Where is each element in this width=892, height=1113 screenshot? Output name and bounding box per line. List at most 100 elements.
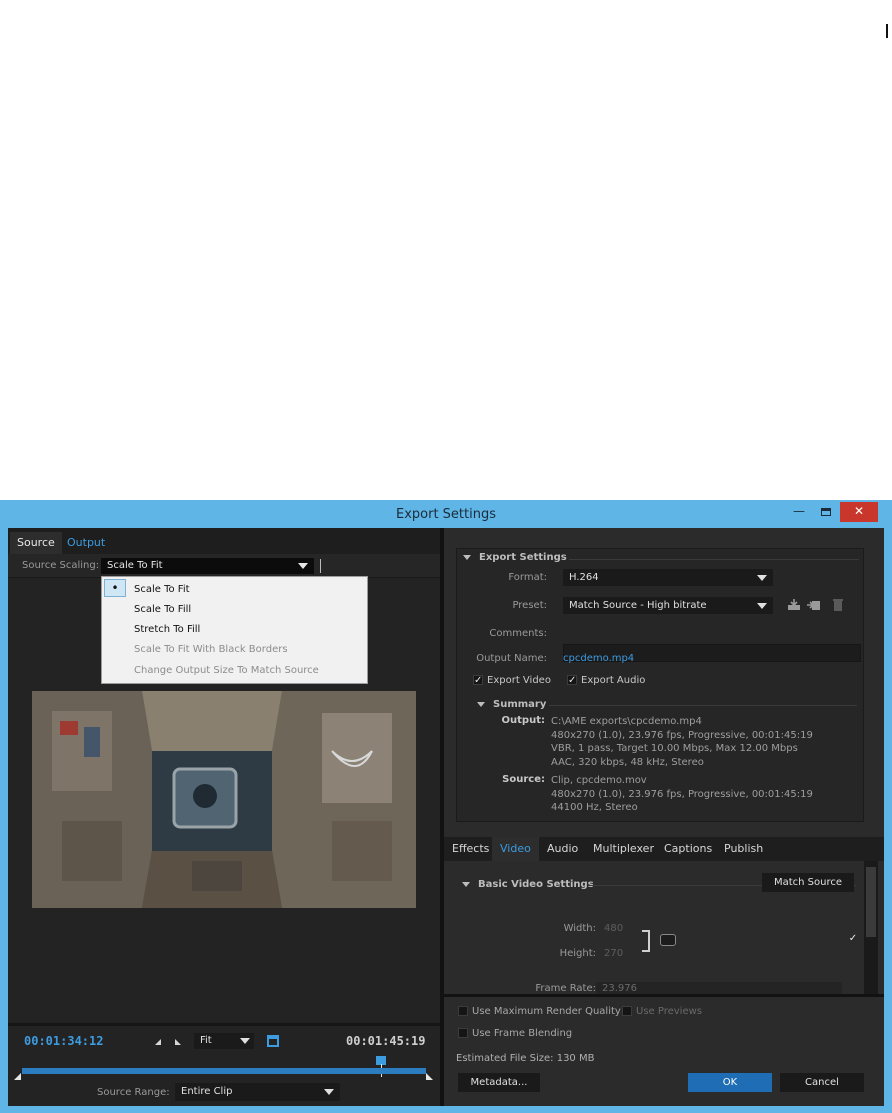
maximize-button[interactable] [814, 502, 838, 520]
option-scale-to-fill[interactable]: Scale To Fill [102, 600, 367, 620]
metadata-button[interactable]: Metadata... [458, 1073, 540, 1092]
timeline-scrubber[interactable] [22, 1068, 426, 1074]
height-label: Height: [559, 948, 596, 959]
video-settings-panel: Basic Video Settings Match Source Width:… [456, 868, 860, 994]
ok-button[interactable]: OK [688, 1073, 772, 1092]
settings-tabs: Effects Video Audio Multiplexer Captions… [444, 837, 884, 861]
in-point-marker-icon[interactable] [14, 1073, 21, 1080]
format-value: H.264 [569, 572, 599, 583]
crop-icon[interactable] [267, 1035, 279, 1047]
use-previews-checkbox [622, 1006, 632, 1016]
summary-output-line: VBR, 1 pass, Target 10.00 Mbps, Max 12.0… [551, 743, 798, 754]
titlebar: Export Settings — ✕ [0, 500, 892, 528]
chevron-down-icon [757, 575, 767, 581]
preset-label: Preset: [512, 600, 547, 611]
est-size-label: Estimated File Size: [456, 1053, 554, 1064]
export-settings-panel: Export Settings Format: H.264 Preset: Ma… [456, 548, 864, 822]
collapse-triangle-icon [462, 881, 470, 887]
format-select[interactable]: H.264 [563, 569, 773, 586]
export-audio-label: Export Audio [581, 675, 646, 686]
option-change-output-size: Change Output Size To Match Source [134, 665, 319, 676]
option-stretch-to-fill[interactable]: Stretch To Fill [102, 620, 367, 640]
preset-select[interactable]: Match Source - High bitrate [563, 597, 773, 614]
chain-link-icon[interactable] [660, 934, 676, 946]
render-options-bar: Use Maximum Render Quality Use Previews … [444, 994, 884, 1106]
video-preview [32, 691, 416, 908]
tab-captions[interactable]: Captions [656, 837, 720, 861]
source-range-label: Source Range: [97, 1087, 170, 1098]
summary-output-line: 480x270 (1.0), 23.976 fps, Progressive, … [551, 730, 813, 741]
preview-tabs: Source Output [8, 528, 440, 554]
timeline-bar: 00:01:34:12 Fit 00:01:45:19 Source Range… [8, 1023, 440, 1106]
chevron-down-icon [757, 603, 767, 609]
save-preset-icon[interactable] [787, 599, 801, 611]
match-source-button[interactable]: Match Source [762, 873, 854, 892]
text-cursor [320, 559, 321, 573]
cancel-button[interactable]: Cancel [780, 1073, 864, 1092]
summary-source-line: Clip, cpcdemo.mov [551, 775, 647, 786]
source-range-value: Entire Clip [181, 1086, 233, 1097]
frame-rate-select[interactable]: 23.976 [596, 982, 842, 994]
end-timecode: 00:01:45:19 [346, 1034, 426, 1048]
width-height-override-checkbox[interactable]: ✓ [848, 934, 858, 944]
basic-video-settings-header[interactable]: Basic Video Settings [462, 879, 594, 890]
close-button[interactable]: ✕ [840, 502, 878, 522]
use-previews-label: Use Previews [636, 1006, 702, 1017]
delete-preset-icon[interactable] [831, 599, 845, 611]
minimize-button[interactable]: — [788, 502, 810, 520]
chevron-down-icon [324, 1089, 334, 1095]
divider [549, 705, 857, 706]
summary-output-key: Output: [501, 715, 545, 726]
export-video-checkbox[interactable]: ✓ [473, 675, 483, 686]
source-range-select[interactable]: Entire Clip [175, 1083, 340, 1101]
output-name-label: Output Name: [476, 653, 547, 664]
output-name-link[interactable]: cpcdemo.mp4 [563, 653, 634, 664]
settings-scrollbar[interactable] [864, 861, 878, 996]
source-scaling-select[interactable]: Scale To Fit [101, 558, 314, 574]
set-in-point-icon[interactable] [155, 1039, 161, 1045]
est-size-value: 130 MB [556, 1053, 595, 1064]
dialog-client: Source Output Source Scaling: Scale To F… [8, 528, 884, 1106]
maximize-icon [821, 507, 831, 516]
preset-value: Match Source - High bitrate [569, 600, 707, 611]
chevron-down-icon [240, 1038, 250, 1044]
tab-source[interactable]: Source [10, 532, 62, 554]
import-preset-icon[interactable] [807, 599, 821, 611]
estimated-file-size: Estimated File Size: 130 MB [456, 1053, 594, 1064]
tab-video[interactable]: Video [492, 837, 539, 861]
height-value[interactable]: 270 [604, 948, 623, 959]
option-scale-to-fit[interactable]: Scale To Fit [102, 580, 367, 600]
set-out-point-icon[interactable] [175, 1039, 181, 1045]
source-scaling-value: Scale To Fit [107, 560, 163, 571]
tab-effects[interactable]: Effects [444, 837, 497, 861]
collapse-triangle-icon [477, 701, 485, 707]
width-value[interactable]: 480 [604, 923, 623, 934]
tab-audio[interactable]: Audio [539, 837, 586, 861]
settings-pane: Export Settings Format: H.264 Preset: Ma… [444, 528, 884, 1106]
summary-output-line: AAC, 320 kbps, 48 kHz, Stereo [551, 757, 704, 768]
tab-multiplexer[interactable]: Multiplexer [585, 837, 662, 861]
frame-blending-label: Use Frame Blending [472, 1028, 573, 1039]
export-settings-window: Export Settings — ✕ Source Output Source… [0, 500, 892, 1113]
comments-label: Comments: [489, 628, 547, 639]
zoom-select[interactable]: Fit [194, 1033, 254, 1049]
current-timecode[interactable]: 00:01:34:12 [24, 1034, 103, 1048]
tab-output[interactable]: Output [60, 532, 112, 554]
export-audio-checkbox[interactable]: ✓ [567, 675, 577, 686]
source-scaling-bar: Source Scaling: Scale To Fit [8, 554, 440, 578]
format-label: Format: [508, 572, 547, 583]
zoom-value: Fit [200, 1035, 212, 1046]
divider [569, 559, 859, 560]
frame-rate-label: Frame Rate: [535, 983, 596, 994]
summary-output-line: C:\AME exports\cpcdemo.mp4 [551, 716, 702, 727]
frame-blending-checkbox[interactable] [458, 1028, 468, 1038]
max-render-quality-checkbox[interactable] [458, 1006, 468, 1016]
tab-publish[interactable]: Publish [716, 837, 771, 861]
scrollbar-thumb[interactable] [866, 867, 876, 937]
max-render-quality-label: Use Maximum Render Quality [472, 1006, 621, 1017]
background-edge-mark [886, 24, 888, 38]
export-video-label: Export Video [487, 675, 551, 686]
summary-header[interactable]: Summary [477, 699, 546, 710]
out-point-marker-icon[interactable] [426, 1073, 433, 1080]
export-settings-header[interactable]: Export Settings [463, 552, 567, 563]
